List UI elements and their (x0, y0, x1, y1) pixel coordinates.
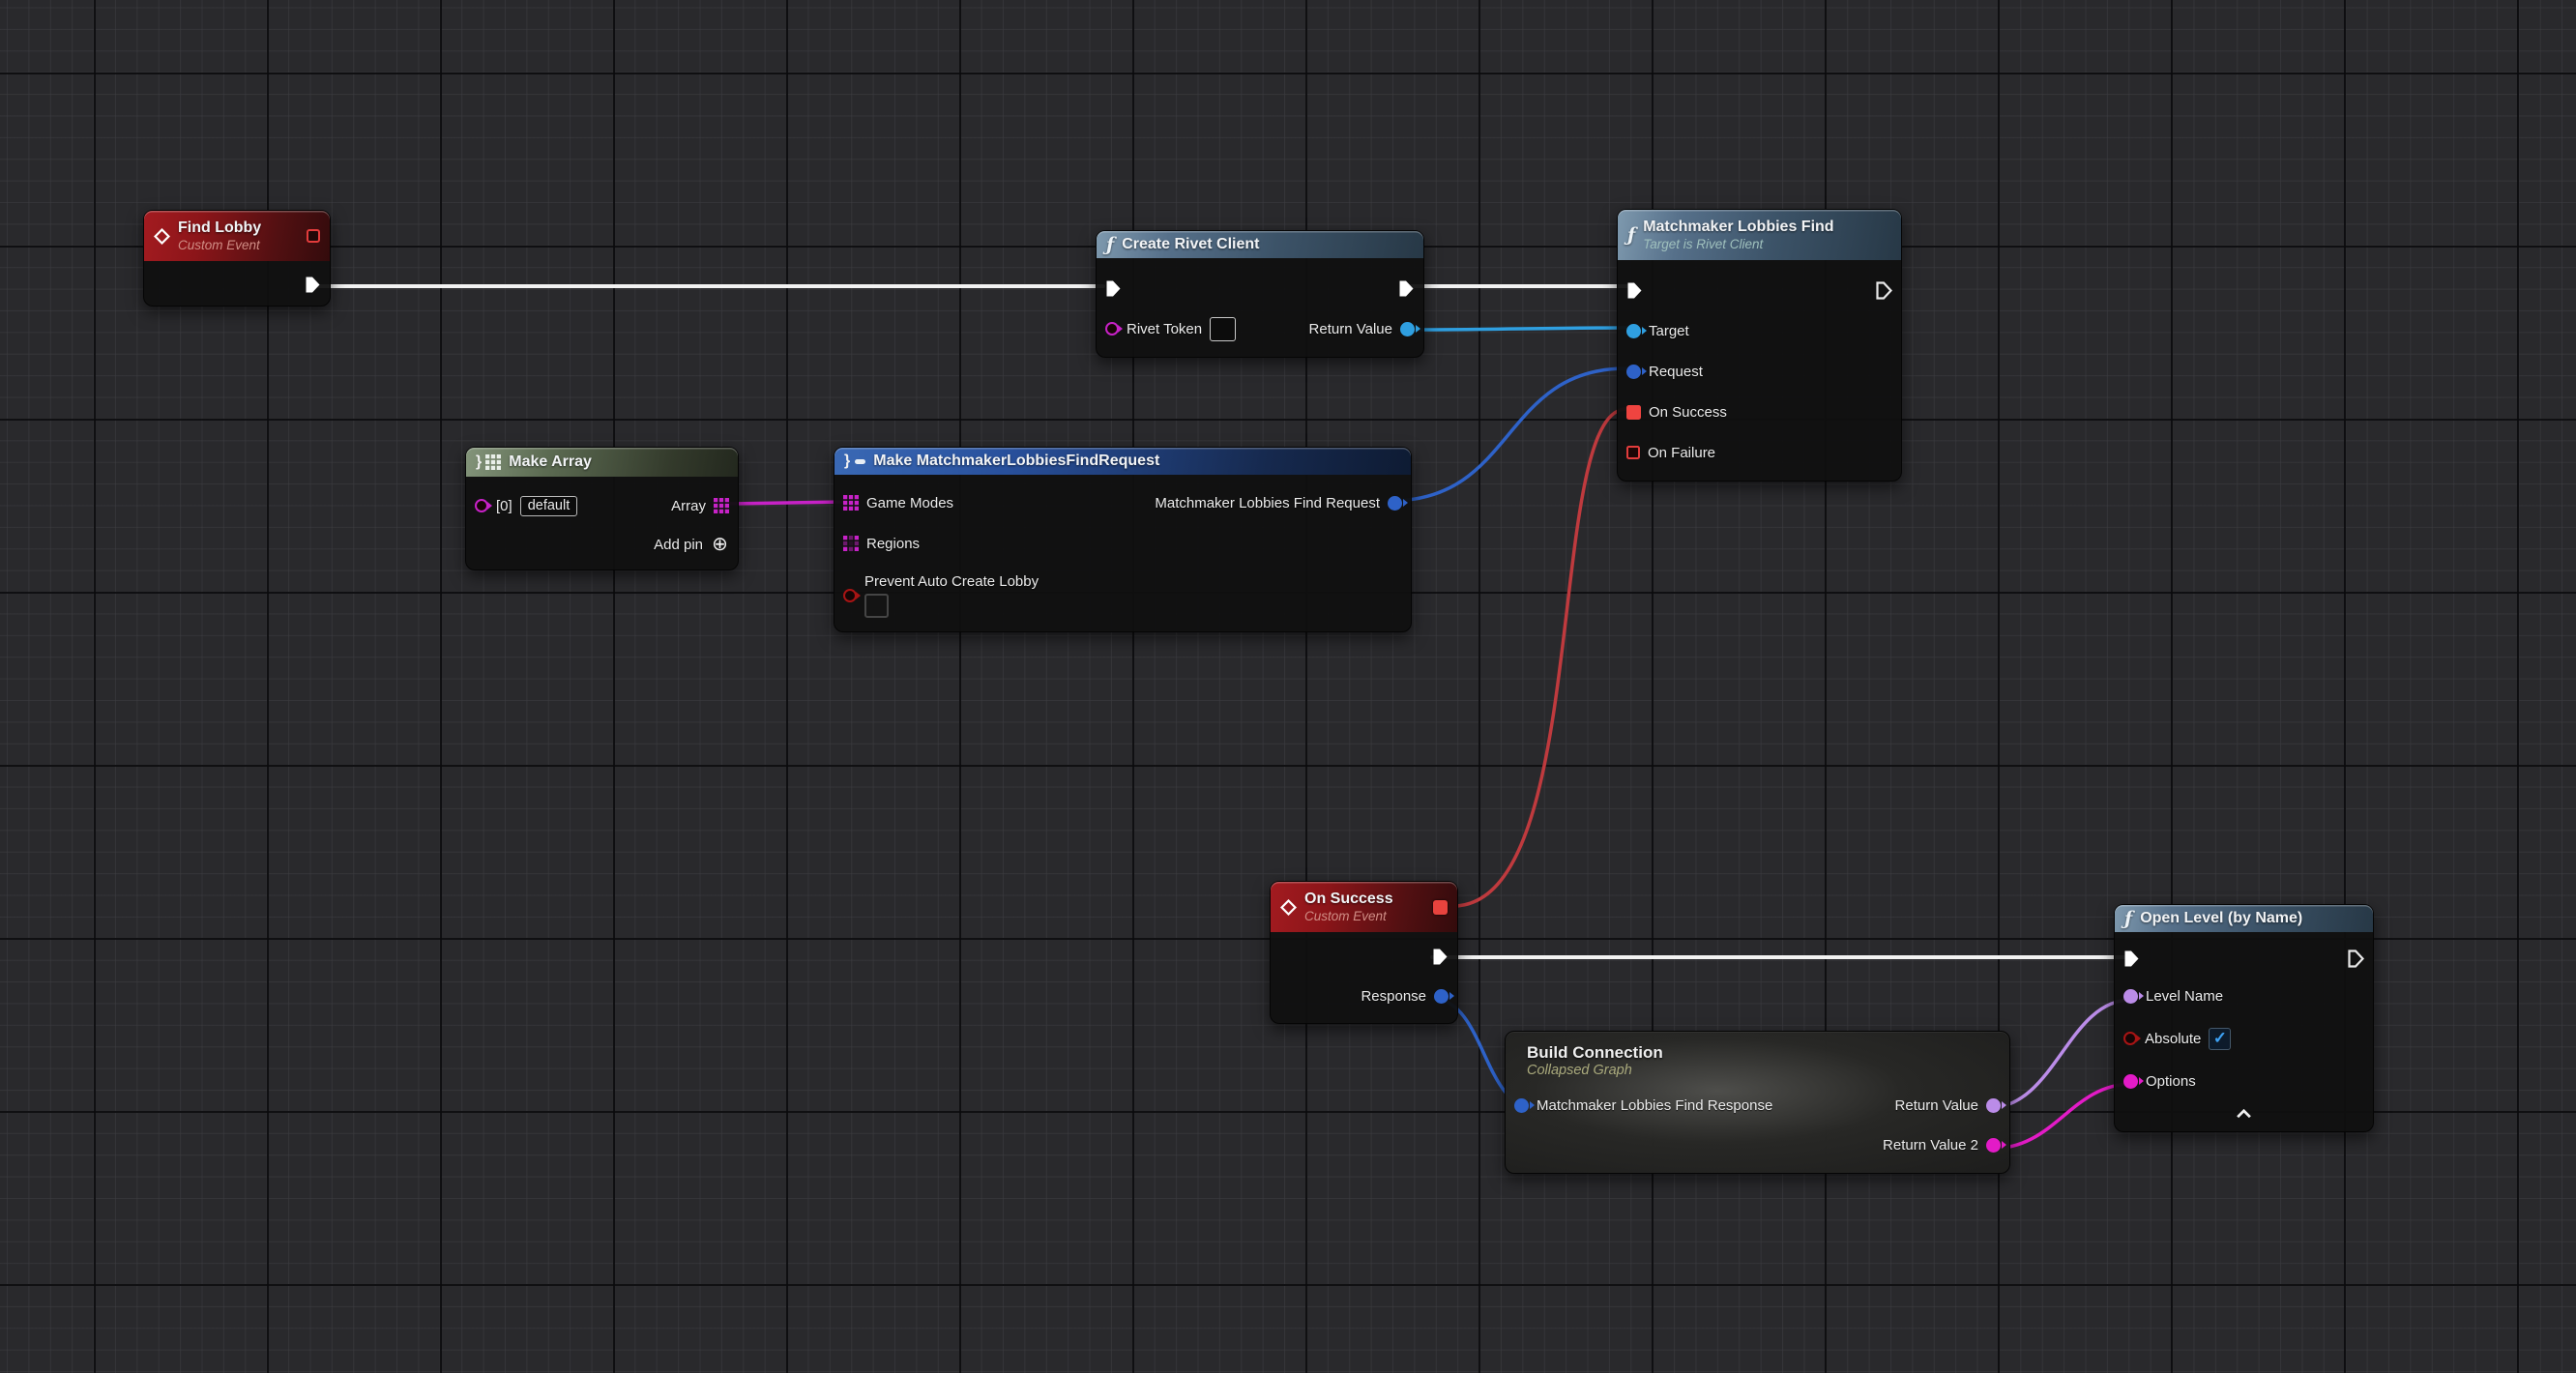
pin-label-return-value-2: Return Value 2 (1883, 1137, 1978, 1154)
node-create-rivet-client-header[interactable]: ƒ Create Rivet Client (1097, 231, 1423, 258)
function-icon: ƒ (1106, 234, 1114, 255)
node-build-connection[interactable]: Build Connection Collapsed Graph Matchma… (1505, 1031, 2010, 1174)
delegate-pin[interactable] (307, 229, 320, 243)
index0-value-input[interactable]: default (520, 496, 578, 516)
pin-label-return-value: Return Value (1309, 321, 1392, 337)
pin-options[interactable] (2123, 1074, 2138, 1089)
pin-level-name[interactable] (2123, 989, 2138, 1004)
blueprint-graph-canvas[interactable]: Find Lobby Custom Event ƒ Create Rivet C… (0, 0, 2576, 1373)
node-create-rivet-client[interactable]: ƒ Create Rivet Client Rivet Token Return… (1096, 230, 1424, 358)
node-matchmaker-lobbies-find[interactable]: ƒ Matchmaker Lobbies Find Target is Rive… (1617, 209, 1902, 482)
pin-prevent-auto-create-lobby[interactable] (843, 589, 857, 602)
rivet-token-input[interactable] (1210, 317, 1236, 341)
pin-label-output: Matchmaker Lobbies Find Request (1155, 495, 1380, 511)
node-make-array[interactable]: } Make Array [0] default Array (465, 447, 739, 570)
pin-label-return-value: Return Value (1895, 1097, 1978, 1114)
delegate-pin[interactable] (1433, 900, 1448, 915)
node-subtitle: Collapsed Graph (1527, 1063, 1988, 1078)
exec-in-pin[interactable] (1626, 281, 1643, 300)
node-matchmaker-header[interactable]: ƒ Matchmaker Lobbies Find Target is Rive… (1618, 210, 1901, 260)
pin-absolute[interactable] (2123, 1032, 2137, 1045)
custom-event-icon (1280, 899, 1297, 916)
add-pin-label: Add pin (654, 537, 703, 553)
node-subtitle: Target is Rivet Client (1643, 237, 1833, 253)
pin-label-array: Array (671, 498, 706, 514)
node-find-lobby[interactable]: Find Lobby Custom Event (143, 210, 331, 307)
pin-label-response-in: Matchmaker Lobbies Find Response (1537, 1097, 1772, 1114)
collapse-chevron-button[interactable] (2236, 1109, 2252, 1119)
pin-label-response: Response (1361, 988, 1426, 1005)
pin-label-absolute: Absolute (2145, 1031, 2201, 1047)
node-title: On Success (1304, 890, 1393, 909)
pin-request[interactable] (1626, 365, 1641, 379)
pin-return-value[interactable] (1986, 1098, 2001, 1113)
pin-return-value-2[interactable] (1986, 1138, 2001, 1153)
pin-label-target: Target (1649, 323, 1689, 339)
exec-out-pin[interactable] (1876, 281, 1892, 300)
custom-event-icon (154, 228, 170, 245)
node-title: Make MatchmakerLobbiesFindRequest (873, 453, 1159, 470)
pin-array-out[interactable] (714, 498, 729, 513)
make-array-grid-icon (485, 454, 501, 470)
wire-on-success-delegate[interactable] (1450, 409, 1626, 906)
function-icon: ƒ (1627, 224, 1635, 246)
pin-response-in[interactable] (1514, 1098, 1529, 1113)
node-make-request-header[interactable]: } Make MatchmakerLobbiesFindRequest (834, 448, 1411, 475)
exec-out-pin[interactable] (1432, 948, 1449, 966)
pin-label-options: Options (2146, 1073, 2196, 1090)
pin-request-out[interactable] (1388, 496, 1402, 511)
pin-label-index0: [0] (496, 498, 512, 514)
node-title: Build Connection (1527, 1043, 1988, 1063)
add-pin-button[interactable]: ⊕ (711, 536, 729, 554)
wire-request-to-matchmaker[interactable] (1390, 368, 1626, 501)
pin-label-prevent: Prevent Auto Create Lobby (864, 573, 1039, 590)
wire-array-to-game-modes[interactable] (727, 502, 845, 504)
exec-out-pin[interactable] (2348, 949, 2364, 968)
wire-layer (0, 0, 2576, 1373)
pin-index0[interactable] (475, 499, 488, 512)
pin-label-request: Request (1649, 364, 1703, 380)
function-icon: ƒ (2124, 908, 2132, 929)
node-title: Open Level (by Name) (2140, 910, 2302, 927)
pin-game-modes[interactable] (843, 495, 859, 511)
node-make-matchmaker-lobbies-find-request[interactable]: } Make MatchmakerLobbiesFindRequest Game… (834, 447, 1412, 632)
make-struct-bracket-icon: } (844, 453, 850, 470)
pin-return-value[interactable] (1400, 322, 1415, 336)
pin-label-game-modes: Game Modes (866, 495, 953, 511)
node-subtitle: Custom Event (178, 238, 261, 254)
node-open-level[interactable]: ƒ Open Level (by Name) Level Name Absolu… (2114, 904, 2374, 1132)
pin-label-rivet-token: Rivet Token (1127, 321, 1202, 337)
exec-in-pin[interactable] (2123, 949, 2140, 968)
exec-out-pin[interactable] (305, 276, 321, 294)
exec-in-pin[interactable] (1105, 279, 1122, 298)
exec-out-pin[interactable] (1398, 279, 1415, 298)
node-open-level-header[interactable]: ƒ Open Level (by Name) (2115, 905, 2373, 932)
node-title: Find Lobby (178, 219, 261, 238)
absolute-checkbox[interactable]: ✓ (2209, 1028, 2231, 1050)
wire-return-value-to-target[interactable] (1414, 328, 1626, 330)
node-on-success[interactable]: On Success Custom Event Response (1270, 881, 1458, 1024)
make-array-bracket-icon: } (476, 453, 482, 471)
pin-label-on-success: On Success (1649, 404, 1727, 421)
node-title: Matchmaker Lobbies Find (1643, 218, 1833, 237)
node-subtitle: Custom Event (1304, 909, 1393, 925)
node-find-lobby-header[interactable]: Find Lobby Custom Event (144, 211, 330, 261)
node-title: Create Rivet Client (1122, 236, 1259, 253)
pin-on-failure-delegate[interactable] (1626, 446, 1640, 459)
make-struct-dash-icon (855, 459, 865, 464)
node-title: Make Array (509, 453, 592, 471)
pin-label-level-name: Level Name (2146, 988, 2223, 1005)
prevent-checkbox[interactable] (864, 594, 889, 618)
node-on-success-header[interactable]: On Success Custom Event (1271, 882, 1457, 932)
pin-rivet-token[interactable] (1105, 322, 1119, 336)
pin-on-success-delegate[interactable] (1626, 405, 1641, 420)
pin-regions[interactable] (843, 536, 859, 551)
pin-label-on-failure: On Failure (1648, 445, 1715, 461)
pin-label-regions: Regions (866, 536, 920, 552)
pin-response[interactable] (1434, 989, 1449, 1004)
node-make-array-header[interactable]: } Make Array (466, 448, 738, 477)
pin-target[interactable] (1626, 324, 1641, 338)
